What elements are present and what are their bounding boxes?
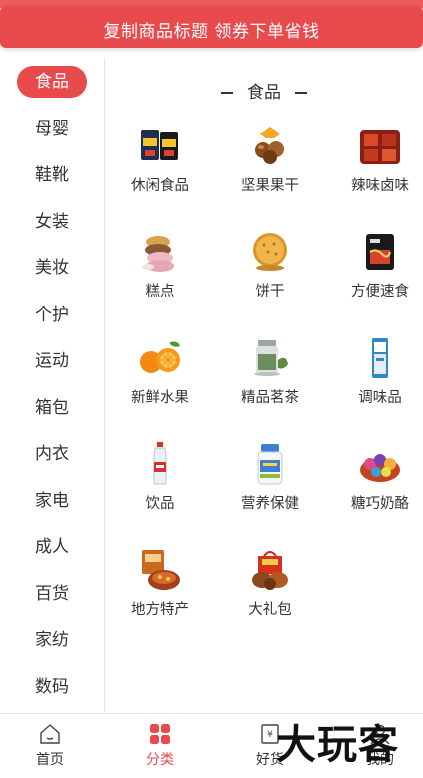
sidebar-item-personal-care[interactable]: 个护 [0, 299, 104, 331]
category-label: 方便速食 [351, 284, 409, 300]
category-nuts[interactable]: 坚果果干 [220, 124, 320, 195]
sidebar-item-sports[interactable]: 运动 [0, 345, 104, 377]
macaron-icon [138, 230, 182, 274]
sidebar-item-baby[interactable]: 母婴 [0, 113, 104, 145]
category-candy[interactable]: 糖巧奶酪 [330, 442, 423, 513]
category-sidebar: 食品 母婴 鞋靴 女装 美妆 个护 运动 箱包 内衣 家电 成人 百货 家纺 数… [0, 58, 105, 713]
sidebar-item-general[interactable]: 百货 [0, 578, 104, 610]
sidebar-item-digital[interactable]: 数码 [0, 671, 104, 703]
candy-icon [358, 442, 402, 486]
tab-category[interactable]: 分类 [110, 714, 210, 778]
gift-bag-icon [248, 548, 292, 592]
sidebar-item-adult[interactable]: 成人 [0, 531, 104, 563]
home-icon [38, 722, 62, 746]
local-specialty-icon [138, 548, 182, 592]
category-label: 糖巧奶酪 [351, 496, 409, 512]
category-label: 地方特产 [131, 602, 189, 618]
snack-icon [138, 124, 182, 168]
sidebar-item-bags[interactable]: 箱包 [0, 392, 104, 424]
coupon-banner[interactable]: 复制商品标题 领券下单省钱 [0, 6, 423, 48]
category-nutrition[interactable]: 营养保健 [220, 442, 320, 513]
sidebar-item-appliances[interactable]: 家电 [0, 485, 104, 517]
sidebar-item-food[interactable]: 食品 [0, 66, 104, 98]
tab-label: 首页 [36, 752, 64, 768]
svg-text:¥: ¥ [267, 730, 273, 740]
nuts-icon [248, 124, 292, 168]
banner-text: 复制商品标题 领券下单省钱 [103, 22, 320, 42]
category-icon [148, 722, 172, 746]
category-label: 营养保健 [241, 496, 299, 512]
category-label: 精品茗茶 [241, 390, 299, 406]
sidebar-item-underwear[interactable]: 内衣 [0, 438, 104, 470]
water-bottle-icon [138, 442, 182, 486]
category-label: 饮品 [145, 496, 175, 512]
category-label: 大礼包 [248, 602, 292, 618]
biscuit-icon [248, 230, 292, 274]
seasoning-icon [358, 336, 402, 380]
watermark: 大玩客 [276, 721, 399, 768]
category-fruit[interactable]: 新鲜水果 [110, 336, 210, 407]
tab-label: 分类 [146, 752, 174, 768]
noodles-icon [358, 230, 402, 274]
category-snacks[interactable]: 休闲食品 [110, 124, 210, 195]
category-drinks[interactable]: 饮品 [110, 442, 210, 513]
category-local-specialty[interactable]: 地方特产 [110, 548, 210, 619]
sidebar-item-shoes[interactable]: 鞋靴 [0, 159, 104, 191]
category-gift-pack[interactable]: 大礼包 [220, 548, 320, 619]
category-seasoning[interactable]: 调味品 [330, 336, 423, 407]
supplement-bottle-icon [248, 442, 292, 486]
tab-home[interactable]: 首页 [0, 714, 100, 778]
category-spicy[interactable]: 辣味卤味 [330, 124, 423, 195]
category-label: 调味品 [358, 390, 402, 406]
sidebar-item-beauty[interactable]: 美妆 [0, 252, 104, 284]
category-label: 饼干 [255, 284, 285, 300]
spicy-meat-icon [358, 124, 402, 168]
category-label: 糕点 [145, 284, 175, 300]
category-label: 新鲜水果 [131, 390, 189, 406]
category-label: 休闲食品 [131, 178, 189, 194]
sidebar-item-womens[interactable]: 女装 [0, 206, 104, 238]
category-label: 坚果果干 [241, 178, 299, 194]
category-biscuit[interactable]: 饼干 [220, 230, 320, 301]
tea-jar-icon [248, 336, 292, 380]
orange-icon [138, 336, 182, 380]
category-pastry[interactable]: 糕点 [110, 230, 210, 301]
section-title: 食品 [105, 78, 423, 103]
category-instant-food[interactable]: 方便速食 [330, 230, 423, 301]
category-label: 辣味卤味 [351, 178, 409, 194]
category-tea[interactable]: 精品茗茶 [220, 336, 320, 407]
sidebar-item-home-textile[interactable]: 家纺 [0, 624, 104, 656]
